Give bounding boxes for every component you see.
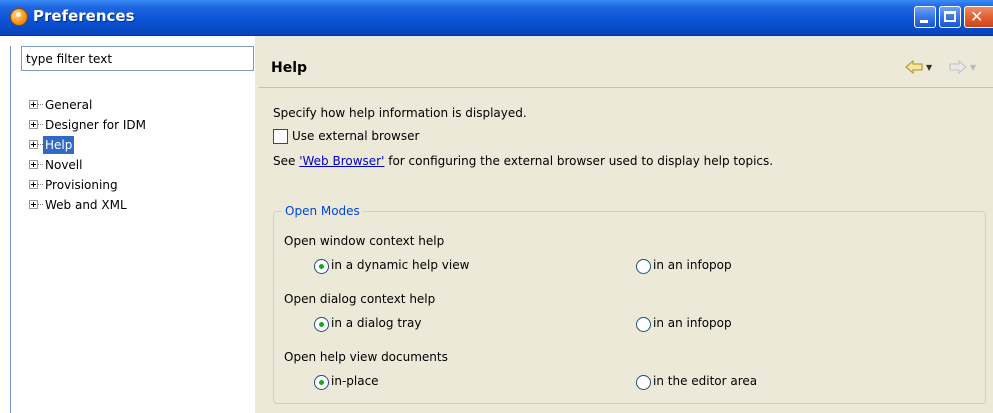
window-title: Preferences [33,7,135,25]
minimize-button[interactable] [914,6,936,28]
radio-label: in-place [331,374,379,388]
back-arrow-icon[interactable] [905,60,923,74]
window-context-label: Open window context help [284,234,445,248]
external-browser-label: Use external browser [292,129,420,143]
radio-button[interactable] [314,259,329,274]
tree-item-label: Designer for IDM [45,118,147,132]
expand-icon[interactable] [29,180,38,189]
radio-button[interactable] [314,375,329,390]
dialog-context-label: Open dialog context help [284,292,436,306]
radio-label: in a dialog tray [331,316,422,330]
expand-icon[interactable] [29,120,38,129]
see-web-browser-text: See 'Web Browser' for configuring the ex… [273,154,773,168]
see-suffix: for configuring the external browser use… [384,154,774,168]
tree-item-label: Novell [45,158,83,172]
sidebar: General Designer for IDM Help Novell Pro… [10,46,256,413]
web-browser-link[interactable]: 'Web Browser' [299,154,384,168]
tree-item-label: Help [43,136,75,154]
radio-label: in an infopop [653,316,732,330]
tree-item-label: Provisioning [45,178,118,192]
maximize-icon [944,11,956,22]
radio-label: in a dynamic help view [331,258,470,272]
close-icon: ✕ [970,7,984,26]
title-bar[interactable]: Preferences ✕ [0,0,993,36]
radio-button[interactable] [636,375,651,390]
radio-label: in the editor area [653,374,758,388]
radio-label: in an infopop [653,258,732,272]
page-title: Help [271,60,308,76]
radio-button[interactable] [314,317,329,332]
app-icon [10,8,28,26]
forward-arrow-icon[interactable] [949,60,967,74]
tree-item-label: Web and XML [45,198,127,212]
radio-button[interactable] [636,259,651,274]
expand-icon[interactable] [29,200,38,209]
open-modes-legend: Open Modes [282,204,363,218]
page-description: Specify how help information is displaye… [273,106,527,120]
forward-dropdown-icon[interactable]: ▼ [970,63,976,72]
open-modes-group: Open Modes Open window context help in a… [273,204,986,404]
back-dropdown-icon[interactable]: ▼ [926,63,932,72]
expand-icon[interactable] [29,160,38,169]
page-header: Help ▼ ▼ [259,36,993,88]
view-documents-label: Open help view documents [284,350,448,364]
minimize-icon [920,20,928,23]
preference-page: Help ▼ ▼ Specify how help information is… [259,36,993,413]
maximize-button[interactable] [939,6,961,28]
expand-icon[interactable] [29,100,38,109]
expand-icon[interactable] [29,140,38,149]
see-prefix: See [273,154,300,168]
external-browser-checkbox[interactable] [273,129,288,144]
close-button[interactable]: ✕ [964,6,993,28]
tree-item-label: General [45,98,93,112]
filter-input[interactable] [21,46,254,71]
radio-button[interactable] [636,317,651,332]
